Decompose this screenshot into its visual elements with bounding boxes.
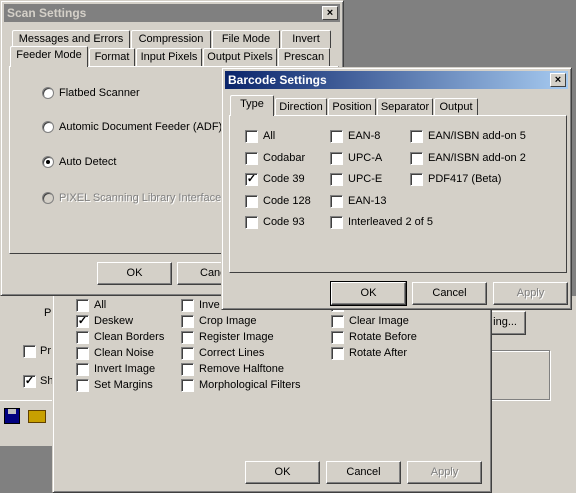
- barcode-ean-8-checkbox[interactable]: [330, 130, 343, 143]
- tab-position[interactable]: Position: [328, 98, 376, 116]
- filter-invert-image-checkbox[interactable]: [76, 363, 89, 376]
- tab-feeder-mode[interactable]: Feeder Mode: [10, 46, 88, 67]
- filter-inve-checkbox[interactable]: [181, 299, 194, 312]
- barcode-title: Barcode Settings: [228, 73, 327, 87]
- barcode-apply-button: Apply: [493, 282, 568, 305]
- tab-file-mode[interactable]: File Mode: [212, 30, 280, 48]
- barcode-ean-13-checkbox[interactable]: [330, 194, 343, 208]
- filter-rotate-after-checkbox[interactable]: [331, 347, 344, 360]
- filter-set-margins-label: Set Margins: [94, 379, 153, 391]
- filter-rotate-after-label: Rotate After: [349, 347, 408, 359]
- filter-inve-label: Inve: [199, 299, 220, 311]
- tab-output[interactable]: Output: [434, 98, 478, 116]
- barcode-pdf417-beta-label: PDF417 (Beta): [428, 173, 502, 185]
- barcode-codabar-label: Codabar: [263, 151, 306, 164]
- filter-all-label: All: [94, 299, 107, 311]
- barcode-upc-a-checkbox[interactable]: [330, 151, 343, 165]
- pr-checkbox[interactable]: [23, 345, 36, 358]
- tab-prescan[interactable]: Prescan: [278, 48, 330, 66]
- scan-close-button[interactable]: ×: [322, 6, 338, 20]
- filter-rotate-before-checkbox[interactable]: [331, 331, 344, 344]
- scan-ok-button[interactable]: OK: [97, 262, 172, 285]
- filter-correct-lines-checkbox[interactable]: [181, 347, 194, 360]
- main-label-pr: Pr: [40, 345, 51, 357]
- barcode-code-39-label: Code 39: [263, 173, 305, 185]
- filter-clean-borders-label: Clean Borders: [94, 331, 165, 343]
- filter-crop-image-label: Crop Image: [199, 315, 257, 327]
- filter-register-image-label: Register Image: [199, 331, 274, 343]
- barcode-code-39-checkbox[interactable]: ✓: [245, 173, 258, 186]
- filter-remove-halftone-checkbox[interactable]: [181, 363, 194, 376]
- tab-compression[interactable]: Compression: [131, 30, 211, 48]
- barcode-pdf417-beta-checkbox[interactable]: [410, 173, 423, 186]
- open-folder-icon[interactable]: [28, 410, 46, 423]
- tab-direction[interactable]: Direction: [275, 98, 327, 116]
- filter-all-checkbox[interactable]: [76, 299, 89, 312]
- filter-clean-borders-checkbox[interactable]: [76, 331, 89, 344]
- barcode-code-128-label: Code 128: [263, 194, 311, 207]
- filter-deskew-checkbox[interactable]: ✓: [76, 315, 89, 328]
- radio-automic-document-feeder-adf[interactable]: [42, 121, 54, 133]
- filter-register-image-checkbox[interactable]: [181, 331, 194, 344]
- barcode-code-128-checkbox[interactable]: [245, 194, 258, 208]
- main-bottom-bar: [482, 430, 576, 493]
- barcode-code-93-checkbox[interactable]: [245, 216, 258, 229]
- filter-crop-image-checkbox[interactable]: [181, 315, 194, 328]
- filter-deskew-label: Deskew: [94, 315, 134, 327]
- barcode-ean-8-label: EAN-8: [348, 130, 381, 142]
- tab-output-pixels[interactable]: Output Pixels: [203, 48, 277, 66]
- barcode-title-bar: Barcode Settings ×: [225, 71, 568, 89]
- save-icon[interactable]: [4, 408, 20, 424]
- tab-input-pixels[interactable]: Input Pixels: [136, 48, 202, 66]
- barcode-code-93-label: Code 93: [263, 216, 305, 228]
- radio-auto-detect[interactable]: [42, 156, 54, 168]
- filters-ok-button[interactable]: OK: [245, 461, 320, 484]
- tab-type[interactable]: Type: [230, 95, 274, 116]
- barcode-ean-isbn-add-on-5-label: EAN/ISBN add-on 5: [428, 130, 526, 142]
- filter-clear-image-label: Clear Image: [349, 315, 409, 327]
- barcode-ean-isbn-add-on-2-checkbox[interactable]: [410, 151, 423, 165]
- barcode-ean-isbn-add-on-2-label: EAN/ISBN add-on 2: [428, 151, 526, 164]
- toolbar: [0, 400, 52, 431]
- scan-title-bar: Scan Settings ×: [4, 4, 340, 22]
- filter-clean-noise-label: Clean Noise: [94, 347, 154, 359]
- barcode-all-checkbox[interactable]: [245, 130, 258, 143]
- barcode-ean-isbn-add-on-5-checkbox[interactable]: [410, 130, 423, 143]
- filter-clear-image-checkbox[interactable]: [331, 315, 344, 328]
- barcode-upc-a-label: UPC-A: [348, 151, 383, 164]
- main-label-p: P: [44, 307, 52, 319]
- barcode-cancel-button[interactable]: Cancel: [412, 282, 487, 305]
- radio-flatbed-scanner[interactable]: [42, 87, 54, 99]
- barcode-interleaved-2-of-5-label: Interleaved 2 of 5: [348, 216, 434, 228]
- barcode-close-button[interactable]: ×: [550, 73, 566, 87]
- filter-set-margins-checkbox[interactable]: [76, 379, 89, 392]
- sh-checkbox[interactable]: ✓: [23, 375, 36, 388]
- filters-apply-button: Apply: [407, 461, 482, 484]
- barcode-upc-e-checkbox[interactable]: [330, 173, 343, 186]
- barcode-codabar-checkbox[interactable]: [245, 151, 258, 165]
- filter-correct-lines-label: Correct Lines: [199, 347, 265, 359]
- main-groupbox: [488, 350, 550, 400]
- barcode-ean-13-label: EAN-13: [348, 194, 387, 207]
- radio-label-automic-document-feeder-adf: Automic Document Feeder (ADF): [59, 121, 223, 133]
- tab-invert[interactable]: Invert: [281, 30, 331, 48]
- tab-separator[interactable]: Separator: [377, 98, 433, 116]
- radio-label-auto-detect: Auto Detect: [59, 156, 117, 168]
- scan-title: Scan Settings: [7, 6, 87, 20]
- radio-label-pixel-scanning-library-interface: PIXEL Scanning Library Interface: [59, 192, 222, 204]
- filter-clean-noise-checkbox[interactable]: [76, 347, 89, 360]
- barcode-all-label: All: [263, 130, 276, 142]
- barcode-interleaved-2-of-5-checkbox[interactable]: [330, 216, 343, 229]
- barcode-upc-e-label: UPC-E: [348, 173, 383, 185]
- filter-remove-halftone-label: Remove Halftone: [199, 363, 284, 375]
- filter-morphological-filters-checkbox[interactable]: [181, 379, 194, 392]
- filter-morphological-filters-label: Morphological Filters: [199, 379, 301, 391]
- barcode-ok-button[interactable]: OK: [330, 281, 407, 306]
- radio-label-flatbed-scanner: Flatbed Scanner: [59, 87, 140, 99]
- filter-invert-image-label: Invert Image: [94, 363, 156, 375]
- filter-rotate-before-label: Rotate Before: [349, 331, 417, 343]
- filters-cancel-button[interactable]: Cancel: [326, 461, 401, 484]
- radio-pixel-scanning-library-interface: [42, 192, 54, 204]
- tab-format[interactable]: Format: [89, 48, 135, 66]
